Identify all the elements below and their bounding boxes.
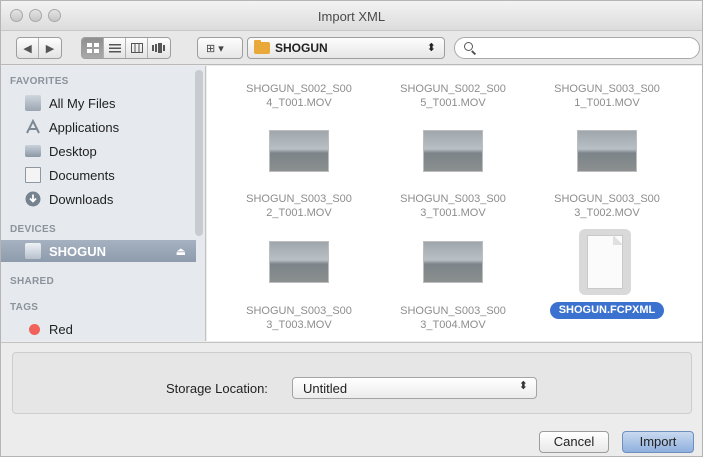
file-name-line1: SHOGUN_S003_S00 [246,193,352,205]
back-button[interactable]: ◀ [17,38,39,58]
file-name-line2: 3_T003.MOV [266,319,332,331]
video-thumbnail [423,130,483,172]
red-tag-icon [29,324,40,335]
all-files-icon [25,95,41,111]
column-view-icon [130,43,143,53]
fcpxml-document-icon [579,229,631,295]
import-xml-dialog: Import XML ◀ ▶ ⊞ ▾ SHOGUN ⬍ FAVORITES Al… [0,0,703,457]
file-name-line1: SHOGUN_S003_S00 [400,193,506,205]
search-field[interactable] [454,37,700,59]
list-view-icon [108,44,121,53]
video-thumbnail [269,130,329,172]
file-item-selected[interactable]: SHOGUN.FCPXML [532,229,682,329]
cancel-button[interactable]: Cancel [539,431,609,453]
sidebar-item-applications[interactable]: Applications [1,116,196,138]
file-item[interactable]: SHOGUN_S002_S00 5_T001.MOV [378,82,528,112]
arrange-icon: ⊞ ▾ [206,42,224,55]
selected-file-name: SHOGUN.FCPXML [550,302,664,319]
title-bar: Import XML [1,1,702,31]
applications-icon [26,119,40,134]
file-item[interactable]: SHOGUN_S003_S00 3_T001.MOV [378,130,528,225]
file-name-line1: SHOGUN_S003_S00 [400,305,506,317]
sidebar-item-label: Applications [49,120,120,135]
file-name-line2: 2_T001.MOV [266,207,332,219]
file-item[interactable]: SHOGUN_S003_S00 2_T001.MOV [224,130,374,225]
file-name-line2: 5_T001.MOV [420,97,486,109]
view-mode-segment [81,37,171,59]
video-thumbnail [577,130,637,172]
file-item[interactable]: SHOGUN_S003_S00 3_T002.MOV [532,130,682,225]
sidebar-item-label: Downloads [49,192,114,207]
sidebar-scrollbar[interactable] [195,70,203,236]
import-button[interactable]: Import [622,431,694,453]
popup-arrows-icon: ⬍ [518,380,528,392]
file-item[interactable]: SHOGUN_S002_S00 4_T001.MOV [224,82,374,112]
video-thumbnail [423,241,483,283]
desktop-icon [25,145,41,157]
eject-icon[interactable]: ⏏ [176,245,186,258]
sidebar-item-label: All My Files [49,96,116,111]
folder-icon [254,40,270,54]
sidebar-item-label: SHOGUN [49,244,107,259]
window-title: Import XML [317,9,386,24]
icon-view-button[interactable] [82,38,104,58]
file-browser: SHOGUN_S002_S00 4_T001.MOV SHOGUN_S002_S… [207,66,702,341]
file-name-line2: 3_T004.MOV [420,319,486,331]
cover-flow-view-button[interactable] [148,38,170,58]
document-page-icon [587,235,623,289]
drive-icon [25,243,41,259]
icon-view-icon [86,43,99,53]
location-label: SHOGUN [275,41,328,55]
sidebar-item-downloads[interactable]: Downloads [1,188,196,210]
file-name-line1: SHOGUN_S003_S00 [554,193,660,205]
file-name-line2: 4_T001.MOV [266,97,332,109]
tags-header: TAGS [10,302,39,313]
popup-arrows-icon: ⬍ [426,42,436,54]
sidebar: FAVORITES All My Files Applications Desk… [1,66,206,341]
arrange-menu-button[interactable]: ⊞ ▾ [197,37,243,59]
file-name-line2: 3_T001.MOV [420,207,486,219]
storage-location-value: Untitled [303,381,348,396]
file-name-line1: SHOGUN_S003_S00 [246,305,352,317]
bottom-panel: Storage Location: Untitled ⬍ Cancel Impo… [1,342,702,456]
devices-header: DEVICES [10,224,57,235]
file-name-line1: SHOGUN_S002_S00 [246,83,352,95]
forward-button[interactable]: ▶ [39,38,61,58]
toolbar: ◀ ▶ ⊞ ▾ SHOGUN ⬍ [1,31,702,65]
navigation-segment: ◀ ▶ [16,37,62,59]
sidebar-item-documents[interactable]: Documents [1,164,196,186]
file-item[interactable]: SHOGUN_S003_S00 1_T001.MOV [532,82,682,112]
location-popup[interactable]: SHOGUN ⬍ [247,37,445,59]
file-name-line1: SHOGUN_S003_S00 [554,83,660,95]
storage-location-popup[interactable]: Untitled ⬍ [292,377,537,399]
sidebar-item-label: Documents [49,168,115,183]
sidebar-item-all-my-files[interactable]: All My Files [1,92,196,114]
file-name-line2: 1_T001.MOV [574,97,640,109]
list-view-button[interactable] [104,38,126,58]
cover-flow-icon [152,43,165,53]
sidebar-item-tag-red[interactable]: Red [1,318,196,340]
sidebar-item-label: Red [49,322,73,337]
file-name-line1: SHOGUN_S002_S00 [400,83,506,95]
downloads-icon [25,191,41,207]
documents-icon [25,167,41,183]
sidebar-item-desktop[interactable]: Desktop [1,140,196,162]
column-view-button[interactable] [126,38,148,58]
search-icon [464,42,473,51]
storage-location-label: Storage Location: [166,381,268,396]
video-thumbnail [269,241,329,283]
favorites-header: FAVORITES [10,76,69,87]
shared-header: SHARED [10,276,55,287]
file-item[interactable]: SHOGUN_S003_S00 3_T004.MOV [378,241,528,336]
file-item[interactable]: SHOGUN_S003_S00 3_T003.MOV [224,241,374,336]
file-name-line2: 3_T002.MOV [574,207,640,219]
sidebar-item-shogun[interactable]: SHOGUN ⏏ [1,240,196,262]
sidebar-item-label: Desktop [49,144,97,159]
